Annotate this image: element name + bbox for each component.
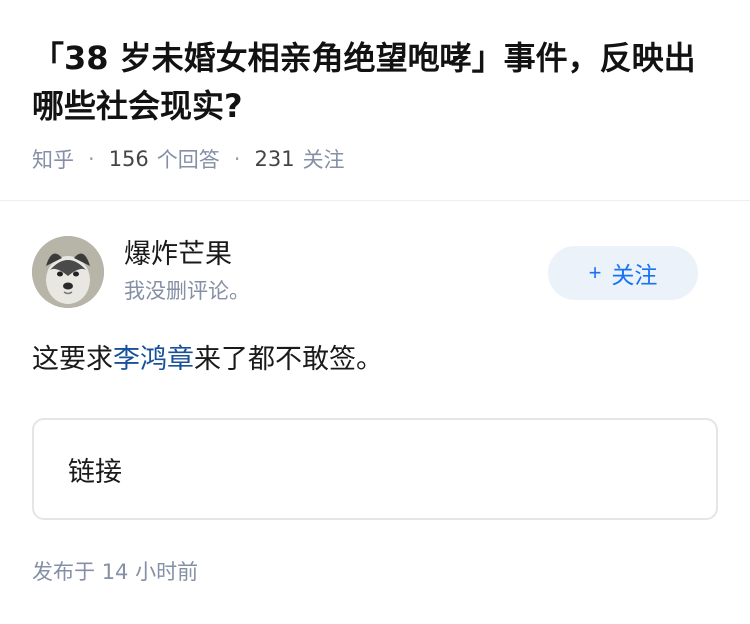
answer-text-before: 这要求 — [32, 344, 113, 375]
question-title[interactable]: 「38 岁未婚女相亲角绝望咆哮」事件，反映出哪些社会现实? — [32, 34, 722, 130]
answer-content: 这要求李鸿章来了都不敢签。 — [32, 340, 383, 380]
follow-label: 关注 — [611, 262, 658, 288]
follow-button[interactable]: + 关注 — [548, 246, 698, 300]
question-header: 「38 岁未婚女相亲角绝望咆哮」事件，反映出哪些社会现实? 知乎 · 156 个… — [32, 34, 722, 174]
author-bio: 我没删评论。 — [124, 279, 250, 303]
author-name[interactable]: 爆炸芒果 — [124, 236, 232, 274]
question-meta: 知乎 · 156 个回答 · 231 关注 — [32, 144, 722, 174]
plus-icon: + — [588, 260, 602, 285]
published-time-value: 14 小时前 — [101, 560, 199, 584]
answer-link[interactable]: 李鸿章 — [113, 344, 194, 375]
published-time: 发布于 14 小时前 — [32, 556, 198, 586]
published-prefix: 发布于 — [32, 560, 95, 584]
link-card-label: 链接 — [68, 456, 122, 488]
source-label[interactable]: 知乎 — [32, 144, 74, 174]
separator-dot: · — [233, 147, 241, 171]
answer-text-after: 来了都不敢签。 — [194, 344, 383, 375]
link-card[interactable]: 链接 — [32, 418, 718, 520]
husky-dog-avatar-icon[interactable] — [32, 236, 104, 308]
separator-dot: · — [88, 147, 95, 171]
author-row: 爆炸芒果 我没删评论。 + 关注 — [32, 236, 698, 308]
divider — [0, 200, 750, 201]
follower-count: 231 — [254, 147, 295, 171]
answer-count: 156 — [108, 147, 149, 171]
answer-count-label[interactable]: 个回答 — [157, 144, 220, 174]
follower-count-label[interactable]: 关注 — [303, 144, 345, 174]
